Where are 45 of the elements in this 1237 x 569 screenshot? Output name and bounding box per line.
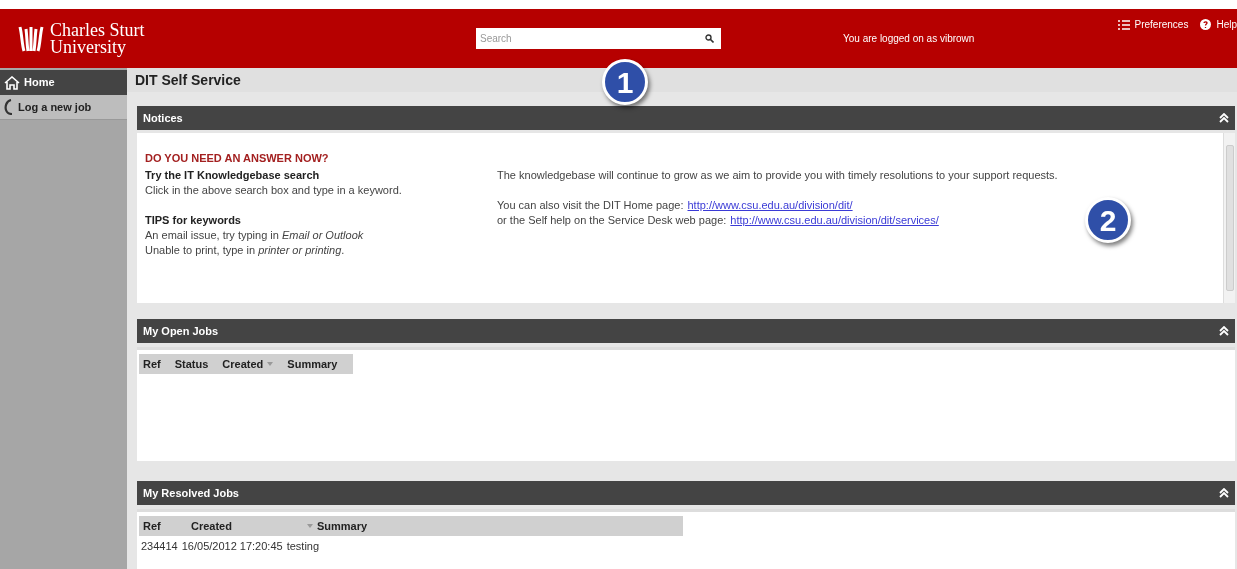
tip-text: An email issue, try typing in Email or Outlook	[145, 228, 365, 243]
column-header[interactable]: Summary	[287, 355, 338, 373]
collapse-icon[interactable]	[1219, 326, 1229, 336]
column-header[interactable]: Summary	[317, 517, 368, 535]
panel-title: My Resolved Jobs	[143, 485, 239, 501]
tip-text: Unable to print, type in printer or printing.	[145, 243, 346, 258]
menu-link[interactable]: Help	[1200, 17, 1237, 32]
search-field[interactable]: Search	[476, 28, 721, 49]
tip-text: Click in the above search box and type in a keyword.	[145, 183, 403, 198]
collapse-icon[interactable]	[1219, 113, 1229, 123]
notice-text: You can also visit the DIT Home page:	[497, 198, 684, 213]
logo-text: Charles Sturt	[50, 21, 145, 39]
home-icon	[4, 75, 20, 90]
login-status: You are logged on as vibrown	[843, 32, 975, 46]
logo-icon	[18, 24, 44, 53]
column-header[interactable]: Ref	[143, 517, 191, 535]
table-cell-text: 234414	[141, 538, 178, 554]
collapse-icon[interactable]	[1219, 488, 1229, 498]
tip-title: TIPS for keywords	[145, 213, 242, 228]
column-header[interactable]: Created	[222, 355, 274, 373]
table-cell-text: testing	[286, 538, 320, 554]
panel-title: My Open Jobs	[143, 323, 219, 339]
sidebar-item[interactable]: Home	[0, 70, 127, 95]
notice-text: The knowledgebase will continue to grow as we aim to provide you with timely resolutions to your support requests.	[497, 168, 1058, 183]
menu-link[interactable]: Preferences	[1117, 17, 1189, 32]
logo-text: University	[50, 38, 127, 56]
column-header[interactable]: Status	[174, 355, 209, 373]
table-cell-text: 16/05/2012 17:20:45	[181, 538, 283, 554]
tip-title: Try the IT Knowledgebase search	[145, 168, 321, 183]
page-title: DIT Self Service	[135, 70, 241, 90]
numbered-callout: 1	[602, 59, 648, 105]
sort-icon	[307, 524, 313, 528]
help-icon	[1200, 19, 1212, 30]
column-header[interactable]: Created	[191, 517, 317, 535]
notice-text: or the Self help on the Service Desk web page:	[497, 213, 727, 228]
notice-heading: DO YOU NEED AN ANSWER NOW?	[145, 151, 330, 166]
list-icon	[1117, 19, 1130, 30]
column-header[interactable]: Ref	[143, 355, 161, 373]
scrollbar[interactable]	[1223, 133, 1235, 303]
panel-title: Notices	[143, 110, 183, 126]
sort-icon	[267, 362, 274, 366]
numbered-callout: 2	[1085, 197, 1131, 243]
link[interactable]: http://www.csu.edu.au/division/dit/services/	[730, 213, 939, 228]
link[interactable]: http://www.csu.edu.au/division/dit/	[687, 198, 853, 213]
sidebar-item[interactable]: Log a new job	[0, 95, 127, 120]
